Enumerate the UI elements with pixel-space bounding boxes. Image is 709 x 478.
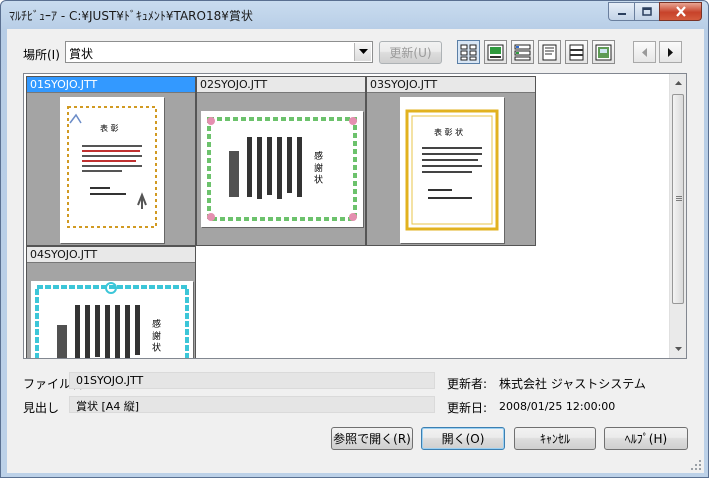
previous-page-button[interactable] [633, 41, 656, 63]
certificate-heading: 表 彰 状 [434, 127, 463, 137]
certificate-heading: 感 謝 状 [150, 318, 161, 352]
certificate-heading: 感 謝 状 [312, 150, 323, 184]
certificate-heading: 表 彰 [100, 123, 119, 133]
image-preview-icon [595, 44, 612, 60]
view-thumbnail-grid-button[interactable] [457, 40, 480, 64]
cancel-button[interactable]: ｷｬﾝｾﾙ [514, 427, 596, 450]
scrollbar-thumb[interactable] [672, 94, 684, 304]
dialog-body: 場所(I) 賞状 更新(U) 01SYOJO.JTT 表 彰 02SYOJO.J… [7, 29, 704, 473]
view-document-lines-button[interactable] [565, 40, 588, 64]
location-combobox[interactable]: 賞状 [65, 41, 373, 63]
chevron-down-icon [674, 346, 682, 351]
open-button[interactable]: 開く(O) [421, 427, 505, 450]
view-thumbnail-caption-button[interactable] [484, 40, 507, 64]
thumbnail-filename: 01SYOJO.JTT [27, 77, 195, 93]
vertical-scrollbar[interactable] [669, 74, 686, 358]
document-preview: 感 謝 状 [31, 281, 193, 358]
view-image-preview-button[interactable] [592, 40, 615, 64]
filename-field: 01SYOJO.JTT [69, 372, 435, 389]
thumbnail-item[interactable]: 02SYOJO.JTT 感 謝 状 [196, 76, 366, 246]
thumbnail-item[interactable]: 03SYOJO.JTT 表 彰 状 [366, 76, 536, 246]
certificate-preview-image: 感 謝 状 [35, 282, 189, 358]
minimize-icon [617, 12, 626, 15]
certificate-preview-image: 表 彰 状 [405, 109, 499, 231]
updated-value: 2008/01/25 12:00:00 [499, 400, 616, 413]
document-preview: 表 彰 [60, 97, 164, 243]
thumbnail-filename: 02SYOJO.JTT [197, 77, 365, 93]
scroll-down-button[interactable] [670, 340, 686, 357]
maximize-icon [642, 6, 652, 16]
open-reference-button[interactable]: 参照で開く(R) [331, 427, 413, 450]
caption-buttons [608, 2, 702, 21]
chevron-up-icon [674, 80, 682, 85]
dropdown-arrow-button[interactable] [354, 43, 371, 61]
view-document-button[interactable] [538, 40, 561, 64]
updater-value: 株式会社 ジャストシステム [499, 377, 646, 391]
thumbnail-item[interactable]: 01SYOJO.JTT 表 彰 [26, 76, 196, 246]
document-icon [542, 44, 557, 60]
certificate-preview-image: 感 謝 状 [207, 117, 357, 221]
thumbnail-caption-icon [487, 44, 504, 60]
title-bar[interactable]: ﾏﾙﾁﾋﾞｭｰｱ - C:¥JUST¥ﾄﾞｷｭﾒﾝﾄ¥TARO18¥賞状 [1, 1, 708, 29]
thumbnail-filename: 04SYOJO.JTT [27, 247, 195, 263]
document-preview: 表 彰 状 [400, 97, 504, 243]
chevron-down-icon [358, 49, 368, 54]
thumbnail-filename: 03SYOJO.JTT [367, 77, 535, 93]
view-detail-list-button[interactable] [511, 40, 534, 64]
minimize-button[interactable] [608, 2, 634, 21]
detail-list-icon [514, 44, 531, 60]
refresh-button[interactable]: 更新(U) [379, 41, 442, 64]
heading-field: 賞状 [A4 縦] [69, 396, 435, 413]
close-button[interactable] [659, 2, 702, 21]
prev-arrow-icon [642, 47, 647, 57]
next-arrow-icon [668, 47, 673, 57]
thumbnail-panel[interactable]: 01SYOJO.JTT 表 彰 02SYOJO.JTT 感 謝 状 03SYOJ… [23, 73, 687, 359]
updater-label: 更新者: [447, 377, 488, 391]
document-lines-icon [569, 44, 584, 60]
multi-viewer-window: ﾏﾙﾁﾋﾞｭｰｱ - C:¥JUST¥ﾄﾞｷｭﾒﾝﾄ¥TARO18¥賞状 場所(… [0, 0, 709, 478]
thumbnail-grid-icon [460, 44, 477, 60]
scroll-up-button[interactable] [670, 74, 686, 91]
heading-label: 見出し [23, 401, 60, 415]
resize-grip-icon[interactable] [690, 459, 702, 471]
next-page-button[interactable] [659, 41, 682, 63]
maximize-button[interactable] [634, 2, 659, 21]
thumbnail-item[interactable]: 04SYOJO.JTT 感 謝 状 [26, 246, 196, 358]
help-button[interactable]: ﾍﾙﾌﾟ(H) [604, 427, 688, 450]
document-preview: 感 謝 状 [201, 111, 363, 227]
certificate-preview-image: 表 彰 [67, 106, 157, 228]
location-value: 賞状 [69, 47, 94, 61]
location-label: 場所(I) [23, 48, 60, 62]
updated-label: 更新日: [447, 401, 488, 415]
close-icon [675, 6, 686, 17]
window-title: ﾏﾙﾁﾋﾞｭｰｱ - C:¥JUST¥ﾄﾞｷｭﾒﾝﾄ¥TARO18¥賞状 [9, 9, 253, 23]
